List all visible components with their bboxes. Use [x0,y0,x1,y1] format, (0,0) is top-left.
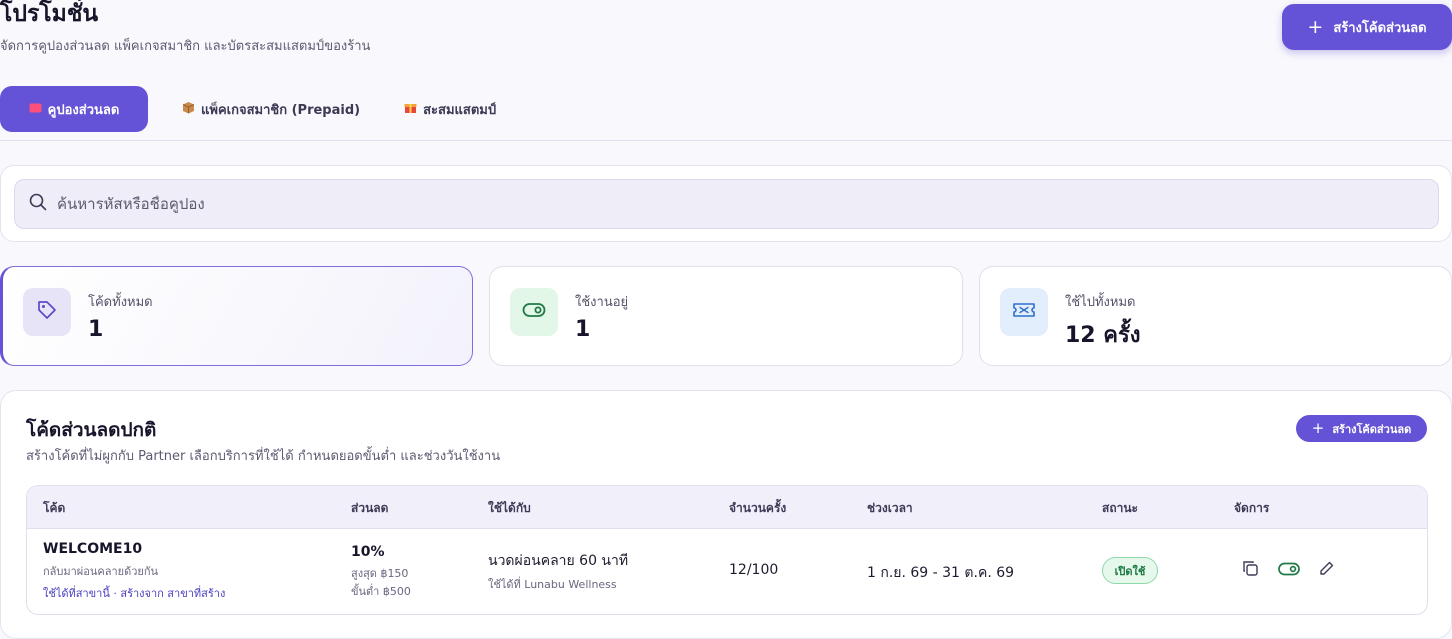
usage-count: 12/100 [729,562,779,578]
page-subtitle: จัดการคูปองส่วนลด แพ็คเกจสมาชิก และบัตรส… [0,39,371,54]
section-create-coupon-button-label: สร้างโค้ดส่วนลด [1332,422,1412,436]
package-icon [182,101,195,117]
column-header-applicable: ใช้ได้กับ [488,501,531,515]
section-create-coupon-button[interactable]: + สร้างโค้ดส่วนลด [1296,415,1427,442]
search-box [14,179,1439,229]
create-coupon-button[interactable]: + สร้างโค้ดส่วนลด [1282,4,1452,50]
stat-card-total-codes: โค้ดทั้งหมด 1 [0,266,473,366]
stat-card-total-used: ใช้ไปทั้งหมด 12 ครั้ง [979,266,1452,366]
column-header-actions: จัดการ [1234,501,1270,515]
page-title: โปรโมชั่น [0,1,99,27]
stat-icon-wrap [510,288,558,336]
stat-value: 12 ครั้ง [1065,323,1141,348]
column-header-status: สถานะ [1102,501,1138,515]
table-header: โค้ด ส่วนลด ใช้ได้กับ จำนวนครั้ง ช่วงเวล… [27,486,1427,529]
tab-stamps-label: สะสมแสตมป์ [423,102,497,118]
search-input[interactable] [57,195,1326,213]
copy-icon [1242,560,1259,581]
stat-label: ใช้งานอยู่ [575,295,629,310]
stat-icon-wrap [23,288,71,336]
discount-min: ขั้นต่ำ ฿500 [351,585,411,598]
copy-button[interactable] [1240,560,1260,580]
stat-value: 1 [575,317,591,342]
stat-icon-wrap [1000,288,1048,336]
tag-icon [36,299,58,325]
plus-icon: + [1307,15,1324,38]
ticket-icon [1012,301,1036,323]
section-title: โค้ดส่วนลดปกติ [26,419,157,441]
ticket-icon [29,102,42,116]
toggle-status-button[interactable] [1277,560,1301,580]
toggle-icon [1278,561,1300,580]
stat-card-active: ใช้งานอยู่ 1 [489,266,963,366]
applicable-service: นวดผ่อนคลาย 60 นาที [488,553,629,569]
coupon-code: WELCOME10 [43,541,143,557]
applicable-location: ใช้ได้ที่ Lunabu Wellness [488,578,617,591]
tab-stamps[interactable]: สะสมแสตมป์ [382,86,518,132]
stat-label: โค้ดทั้งหมด [88,295,153,310]
toggle-icon [522,302,546,322]
coupon-scope: ใช้ได้ที่สาขานี้ · สร้างจาก สาขาที่สร้าง [43,587,226,600]
tab-coupons-label: คูปองส่วนลด [47,102,120,118]
tab-coupons[interactable]: คูปองส่วนลด [0,86,148,132]
status-badge: เปิดใช้ [1102,557,1158,584]
tab-prepaid-packages[interactable]: แพ็คเกจสมาชิก (Prepaid) [160,86,382,132]
pencil-icon [1318,560,1335,581]
search-icon [29,193,47,215]
tab-divider [0,140,1452,141]
valid-period: 1 ก.ย. 69 - 31 ต.ค. 69 [867,565,1015,581]
plus-icon: + [1311,419,1325,437]
discount-percent: 10% [351,544,385,560]
coupon-table: โค้ด ส่วนลด ใช้ได้กับ จำนวนครั้ง ช่วงเวล… [26,485,1428,615]
column-header-usage: จำนวนครั้ง [729,501,787,515]
stat-label: ใช้ไปทั้งหมด [1065,295,1136,310]
coupon-description: กลับมาผ่อนคลายด้วยกัน [43,565,159,578]
tab-prepaid-packages-label: แพ็คเกจสมาชิก (Prepaid) [201,102,361,118]
create-coupon-button-label: สร้างโค้ดส่วนลด [1333,20,1427,36]
search-card [0,165,1452,242]
tab-bar: คูปองส่วนลด แพ็คเกจสมาชิก (Prepaid) สะสม… [0,86,518,132]
section-subtitle: สร้างโค้ดที่ไม่ผูกกับ Partner เลือกบริกา… [26,449,501,464]
gift-icon [404,101,417,117]
column-header-code: โค้ด [43,501,66,515]
discount-max: สูงสุด ฿150 [351,567,409,580]
edit-button[interactable] [1316,560,1336,580]
page-header: โปรโมชั่น จัดการคูปองส่วนลด แพ็คเกจสมาชิ… [0,0,1452,60]
column-header-period: ช่วงเวลา [867,501,913,515]
discount-codes-section: โค้ดส่วนลดปกติ สร้างโค้ดที่ไม่ผูกกับ Par… [0,390,1452,639]
column-header-discount: ส่วนลด [351,501,389,515]
stat-value: 1 [88,317,104,342]
